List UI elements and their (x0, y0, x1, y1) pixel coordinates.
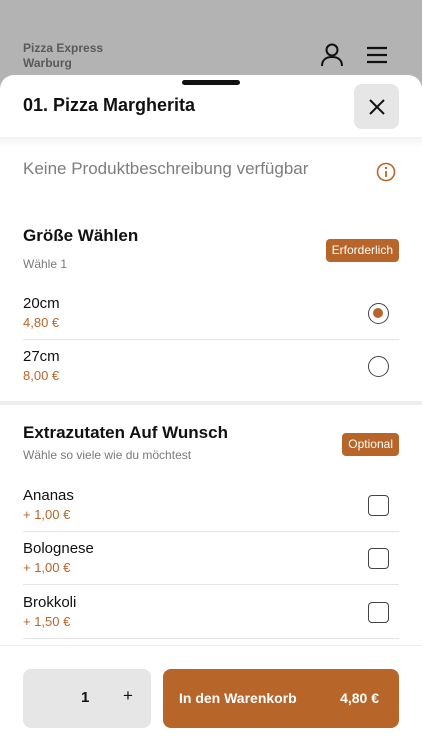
size-option-27cm[interactable]: 27cm 8,00 € (23, 340, 399, 393)
checkbox[interactable] (368, 548, 389, 569)
option-name: Bolognese (23, 540, 94, 557)
title-divider (0, 137, 422, 147)
radio-button-selected[interactable] (368, 303, 389, 324)
extras-group-subtitle: Wähle so viele wie du möchtest (23, 448, 192, 462)
increment-button[interactable]: + (118, 686, 138, 708)
product-sheet: 01. Pizza Margherita Keine Produktbeschr… (0, 75, 422, 750)
extra-option-brokkoli[interactable]: Brokkoli + 1,50 € (23, 586, 399, 639)
add-to-cart-button[interactable]: In den Warenkorb 4,80 € (163, 669, 399, 728)
required-badge: Erforderlich (325, 239, 399, 262)
close-icon (368, 98, 385, 115)
quantity-value: 1 (81, 689, 90, 706)
order-footer: 1 + In den Warenkorb 4,80 € (0, 645, 422, 750)
size-group-title: Größe Wählen (23, 226, 139, 245)
option-name: 20cm (23, 295, 60, 312)
info-icon[interactable] (376, 162, 396, 182)
section-divider (0, 401, 422, 405)
option-name: Ananas (23, 487, 74, 504)
option-name: 27cm (23, 348, 60, 365)
product-description: Keine Produktbeschreibung verfügbar (23, 159, 309, 178)
optional-badge: Optional (342, 433, 399, 456)
option-price: + 1,50 € (23, 614, 71, 629)
option-price: + 1,00 € (23, 507, 71, 522)
brand-line-2: Warburg (23, 56, 72, 70)
add-to-cart-label: In den Warenkorb (179, 690, 297, 706)
brand-line-1: Pizza Express (23, 41, 104, 55)
user-icon[interactable] (319, 42, 345, 68)
extra-option-ananas[interactable]: Ananas + 1,00 € (23, 479, 399, 532)
product-title: 01. Pizza Margherita (23, 95, 196, 115)
size-group-subtitle: Wähle 1 (23, 257, 68, 271)
quantity-stepper: 1 + (23, 669, 151, 728)
cart-total-price: 4,80 € (340, 690, 379, 706)
checkbox[interactable] (368, 602, 389, 623)
option-price: 4,80 € (23, 315, 60, 330)
option-name: Brokkoli (23, 594, 77, 611)
extra-option-bolognese[interactable]: Bolognese + 1,00 € (23, 532, 399, 585)
close-button[interactable] (354, 84, 399, 129)
radio-button[interactable] (368, 356, 389, 377)
brand-name: Pizza Express Warburg (23, 41, 143, 71)
menu-icon[interactable] (365, 42, 391, 68)
option-price: 8,00 € (23, 368, 60, 383)
extras-group-title: Extrazutaten Auf Wunsch (23, 423, 228, 442)
option-price: + 1,00 € (23, 560, 71, 575)
checkbox[interactable] (368, 495, 389, 516)
size-option-20cm[interactable]: 20cm 4,80 € (23, 287, 399, 340)
sheet-grabber[interactable] (182, 80, 240, 85)
